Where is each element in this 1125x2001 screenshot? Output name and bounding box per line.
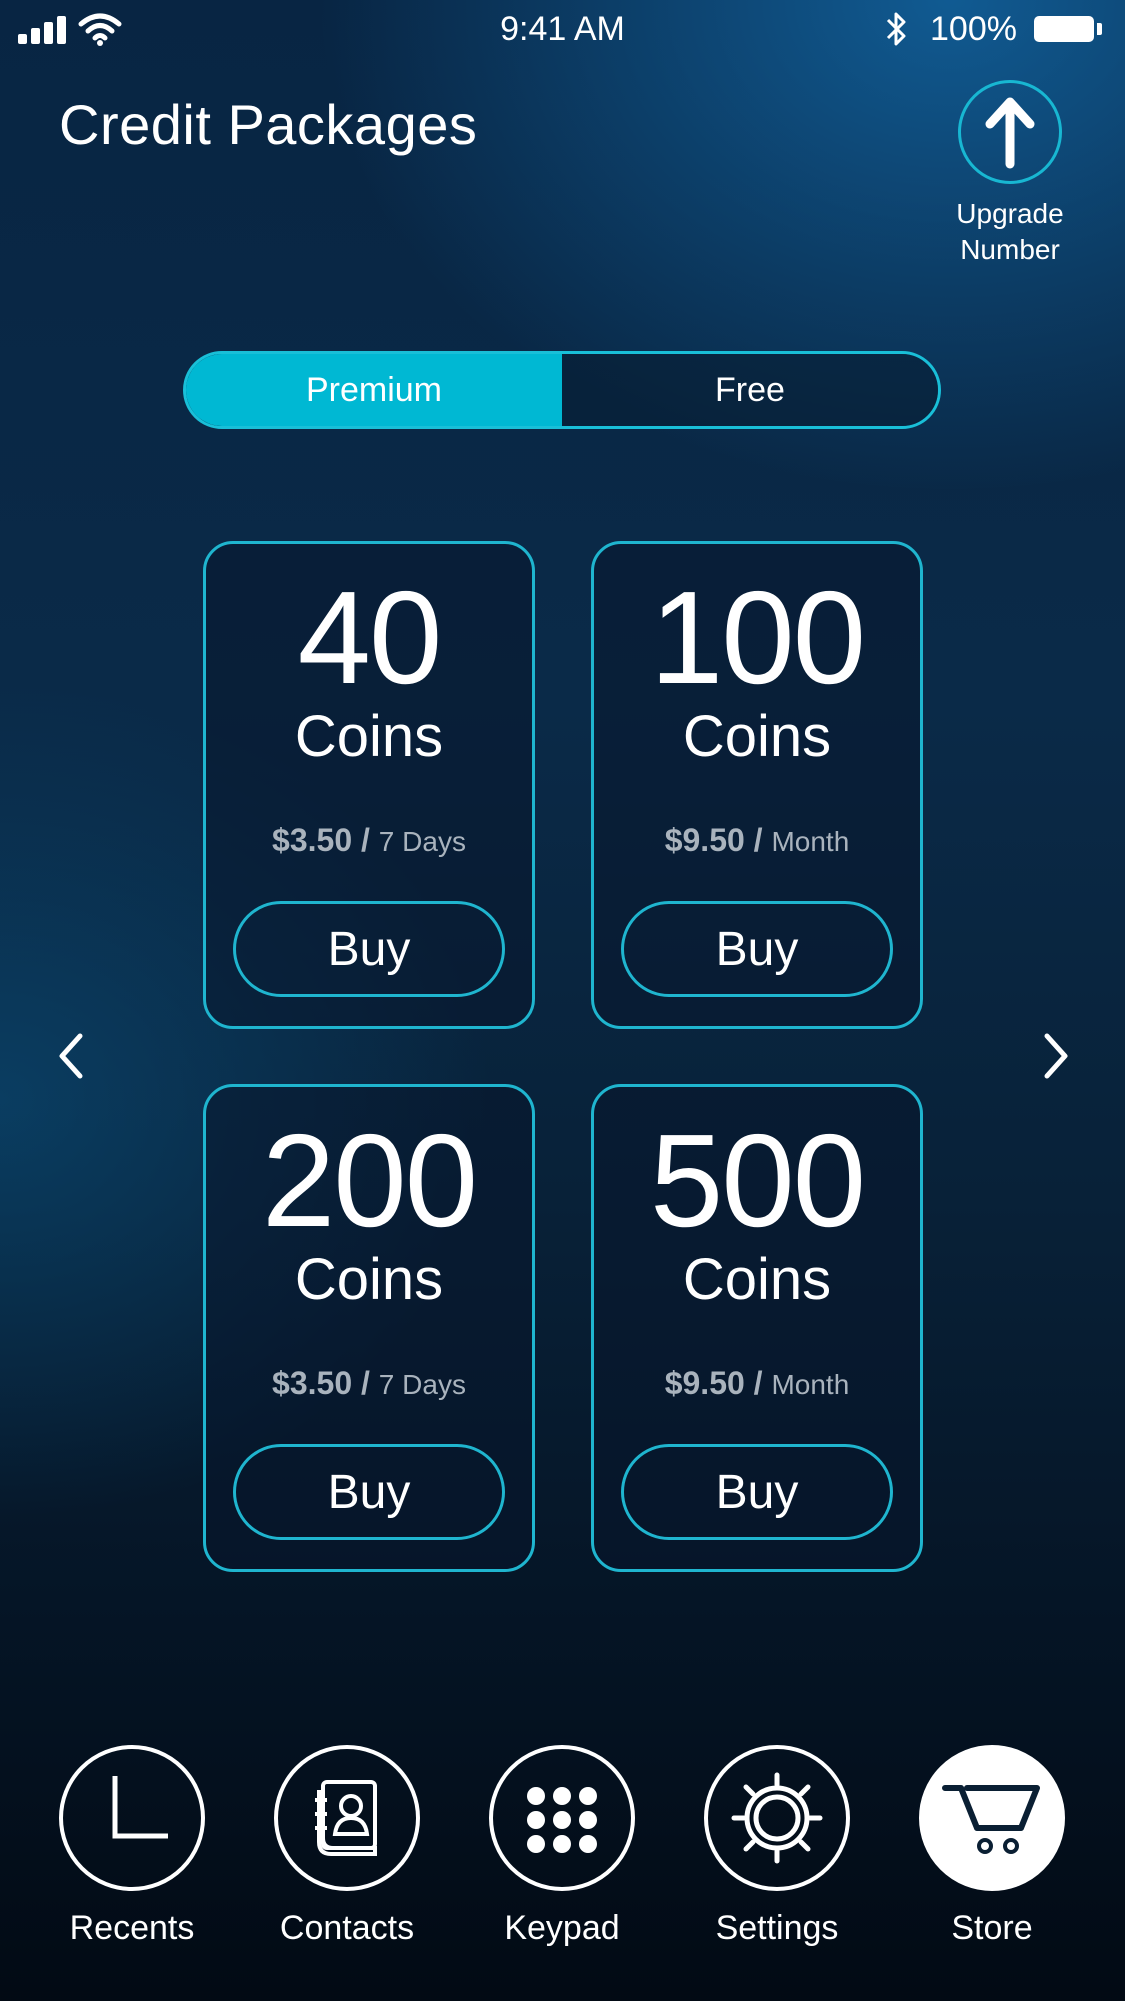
tab-recents[interactable]: Recents (32, 1745, 232, 1948)
price-separator: / (753, 1365, 763, 1401)
bluetooth-icon (886, 12, 906, 46)
tab-label: Recents (69, 1909, 195, 1947)
tab-settings[interactable]: Settings (677, 1745, 877, 1948)
upgrade-circle[interactable] (958, 80, 1062, 184)
coin-unit: Coins (682, 1247, 832, 1312)
tab-label: Settings (715, 1909, 839, 1947)
tab-label: Keypad (504, 1909, 620, 1947)
cart-icon (942, 1785, 1040, 1854)
chevron-right-icon[interactable] (1035, 1030, 1075, 1082)
upgrade-label-line1: Upgrade (956, 198, 1064, 229)
price: $9.50 (664, 822, 745, 858)
coin-unit: Coins (294, 704, 444, 769)
keypad-icon (527, 1787, 597, 1853)
tab-contacts-circle[interactable] (274, 1745, 420, 1891)
credit-packages-screen: 9:41 AM 100% Credit Packages Upgrade Num… (0, 0, 1125, 2001)
price: $9.50 (664, 1365, 745, 1401)
tab-recents-circle[interactable] (59, 1745, 205, 1891)
coin-amount: 200 (261, 1107, 478, 1254)
price-row: $3.50 / 7 Days (206, 822, 532, 859)
upgrade-label: Upgrade Number (945, 196, 1075, 268)
tab-label: Store (951, 1909, 1033, 1947)
price-period: 7 Days (378, 826, 466, 857)
price-period: Month (771, 826, 850, 857)
price: $3.50 (272, 1365, 353, 1401)
tab-store-circle[interactable] (919, 1745, 1065, 1891)
plan-type-toggle: Premium Free (183, 351, 941, 429)
status-bar: 9:41 AM 100% (0, 0, 1125, 60)
price-row: $9.50 / Month (594, 822, 920, 859)
price-period: Month (771, 1369, 850, 1400)
tab-label: Contacts (279, 1909, 415, 1947)
chevron-left-icon[interactable] (52, 1030, 92, 1082)
arrow-up-icon (985, 97, 1035, 169)
upgrade-number-button[interactable]: Upgrade Number (945, 78, 1075, 268)
price-separator: / (361, 822, 370, 858)
tab-store[interactable]: Store (892, 1745, 1092, 1948)
page-title: Credit Packages (59, 93, 478, 156)
buy-button[interactable]: Buy (621, 901, 893, 997)
contacts-book-icon (315, 1780, 377, 1856)
package-card-100: 100 Coins $9.50 / Month Buy (591, 541, 923, 1029)
coin-unit: Coins (682, 704, 832, 769)
clock-icon (112, 1776, 168, 1839)
tab-keypad-circle[interactable] (489, 1745, 635, 1891)
gear-icon (731, 1772, 823, 1864)
price-separator: / (361, 1365, 370, 1401)
price-period: 7 Days (378, 1369, 466, 1400)
package-card-40: 40 Coins $3.50 / 7 Days Buy (203, 541, 535, 1029)
tab-keypad[interactable]: Keypad (462, 1745, 662, 1948)
coin-amount: 500 (649, 1107, 866, 1254)
package-card-500: 500 Coins $9.50 / Month Buy (591, 1084, 923, 1572)
coin-amount: 100 (649, 564, 866, 711)
buy-button[interactable]: Buy (621, 1444, 893, 1540)
upgrade-label-line2: Number (960, 234, 1060, 265)
tab-contacts[interactable]: Contacts (247, 1745, 447, 1948)
coin-unit: Coins (294, 1247, 444, 1312)
tab-settings-circle[interactable] (704, 1745, 850, 1891)
coin-amount: 40 (297, 564, 443, 711)
buy-button[interactable]: Buy (233, 1444, 505, 1540)
package-card-200: 200 Coins $3.50 / 7 Days Buy (203, 1084, 535, 1572)
price: $3.50 (272, 822, 353, 858)
battery-percentage: 100% (930, 10, 1017, 48)
battery-tip (1097, 23, 1102, 35)
tab-premium[interactable]: Premium (186, 354, 562, 426)
buy-button[interactable]: Buy (233, 901, 505, 997)
tab-free[interactable]: Free (562, 354, 938, 426)
price-row: $9.50 / Month (594, 1365, 920, 1402)
battery-icon (1034, 16, 1094, 42)
price-separator: / (753, 822, 763, 858)
price-row: $3.50 / 7 Days (206, 1365, 532, 1402)
